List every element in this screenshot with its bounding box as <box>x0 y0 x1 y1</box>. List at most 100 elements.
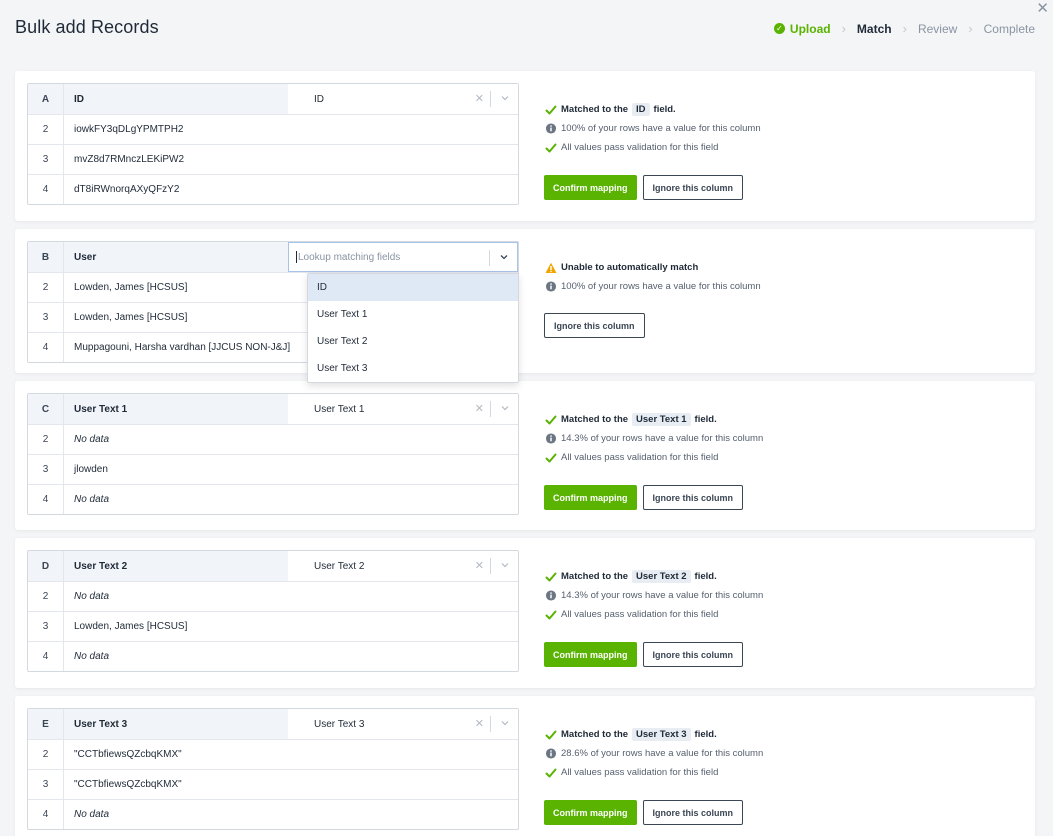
divider <box>490 716 491 732</box>
column-table: C User Text 1 User Text 1 ✕ 2 No data 3 jl… <box>27 393 519 515</box>
matched-status: Matched to the User Text 1 field. <box>544 410 763 429</box>
action-buttons: Confirm mapping Ignore this column <box>544 175 744 200</box>
table-row: 2 "CCTbfiewsQZcbqKMX" <box>28 739 518 769</box>
field-select[interactable]: User Text 1 ✕ <box>288 394 518 424</box>
table-row: 2 No data <box>28 424 518 454</box>
check-icon <box>544 767 558 779</box>
row-number: 4 <box>28 175 64 204</box>
clear-icon[interactable]: ✕ <box>475 559 484 572</box>
column-letter: E <box>28 709 64 739</box>
chevron-down-icon[interactable] <box>499 252 509 262</box>
field-select[interactable]: User Text 2 ✕ <box>288 551 518 581</box>
row-value: No data <box>74 494 110 505</box>
confirm-mapping-button[interactable]: Confirm mapping <box>544 642 637 667</box>
status-text: All values pass validation for this fiel… <box>561 452 719 463</box>
ignore-column-button[interactable]: Ignore this column <box>642 800 744 825</box>
info-icon <box>544 433 558 444</box>
ignore-column-button[interactable]: Ignore this column <box>642 642 744 667</box>
table-header-row: E User Text 3 User Text 3 ✕ <box>28 709 518 739</box>
step-match[interactable]: Match <box>857 22 892 36</box>
field-select[interactable]: ID ✕ <box>288 84 518 114</box>
row-value: No data <box>74 809 110 820</box>
column-table: E User Text 3 User Text 3 ✕ 2 "CCTbfiewsQ… <box>27 708 519 830</box>
chevron-down-icon[interactable] <box>500 718 510 728</box>
row-number: 4 <box>28 642 64 671</box>
check-icon <box>544 104 558 116</box>
row-value: No data <box>74 651 110 662</box>
close-icon[interactable]: ✕ <box>1036 0 1049 17</box>
field-tag: User Text 3 <box>632 728 691 741</box>
column-letter: C <box>28 394 64 424</box>
step-upload[interactable]: ✓ Upload <box>773 21 831 36</box>
action-buttons: Confirm mapping Ignore this column <box>544 642 744 667</box>
dropdown-option-user-text-3[interactable]: User Text 3 <box>308 355 518 382</box>
check-icon <box>544 571 558 583</box>
clear-icon[interactable]: ✕ <box>475 92 484 105</box>
status-text: All values pass validation for this fiel… <box>561 142 719 153</box>
dropdown-option-user-text-1[interactable]: User Text 1 <box>308 301 518 328</box>
row-value: "CCTbfiewsQZcbqKMX" <box>74 779 182 790</box>
column-name: User <box>64 242 288 272</box>
table-row: 4 No data <box>28 641 518 671</box>
column-card-c: C User Text 1 User Text 1 ✕ 2 No data 3 jl… <box>15 381 1035 530</box>
matched-status: Matched to the User Text 3 field. <box>544 725 763 744</box>
status-text: field. <box>694 729 717 740</box>
table-row: 3 jlowden <box>28 454 518 484</box>
confirm-mapping-button[interactable]: Confirm mapping <box>544 485 637 510</box>
row-value: No data <box>74 591 110 602</box>
table-row: 2 iowkFY3qDLgYPMTPH2 <box>28 114 518 144</box>
status-text: field. <box>694 414 717 425</box>
confirm-mapping-button[interactable]: Confirm mapping <box>544 800 637 825</box>
ignore-column-button[interactable]: Ignore this column <box>642 485 744 510</box>
field-select[interactable] <box>288 242 518 272</box>
status-text: Unable to automatically match <box>561 262 699 273</box>
action-buttons: Confirm mapping Ignore this column <box>544 485 744 510</box>
row-number: 4 <box>28 333 64 362</box>
row-number: 2 <box>28 425 64 454</box>
field-tag: User Text 2 <box>632 570 691 583</box>
row-value: "CCTbfiewsQZcbqKMX" <box>74 749 182 760</box>
warning-status: Unable to automatically match <box>544 258 761 277</box>
status-text: All values pass validation for this fiel… <box>561 609 719 620</box>
header: Bulk add Records ✓ Upload › Match › Revi… <box>0 0 1053 60</box>
text-cursor <box>296 251 297 263</box>
table-row: 3 mvZ8d7RMnczLEKiPW2 <box>28 144 518 174</box>
confirm-mapping-button[interactable]: Confirm mapping <box>544 175 637 200</box>
dropdown-option-user-text-2[interactable]: User Text 2 <box>308 328 518 355</box>
ignore-column-button[interactable]: Ignore this column <box>642 175 744 200</box>
chevron-down-icon[interactable] <box>500 93 510 103</box>
step-label: Upload <box>789 21 831 36</box>
status-text: Matched to the <box>561 104 629 115</box>
chevron-down-icon[interactable] <box>500 403 510 413</box>
validation-status: All values pass validation for this fiel… <box>544 138 761 157</box>
table-header-row: C User Text 1 User Text 1 ✕ <box>28 394 518 424</box>
dropdown-option-id[interactable]: ID <box>308 274 518 301</box>
percent-status: 100% of your rows have a value for this … <box>544 119 761 138</box>
row-value: No data <box>74 434 110 445</box>
field-select[interactable]: User Text 3 ✕ <box>288 709 518 739</box>
validation-status: All values pass validation for this fiel… <box>544 605 763 624</box>
row-number: 2 <box>28 582 64 611</box>
validation-status: All values pass validation for this fiel… <box>544 763 763 782</box>
column-table: A ID ID ✕ 2 iowkFY3qDLgYPMTPH2 3 mvZ8d7RMn… <box>27 83 519 205</box>
status-text: field. <box>694 571 717 582</box>
status-text: 100% of your rows have a value for this … <box>561 123 761 134</box>
check-icon <box>544 414 558 426</box>
lookup-input[interactable] <box>298 251 458 263</box>
status-panel: Matched to the User Text 3 field. 28.6% … <box>544 725 763 782</box>
row-number: 3 <box>28 770 64 799</box>
clear-icon[interactable]: ✕ <box>475 717 484 730</box>
status-text: 100% of your rows have a value for this … <box>561 281 761 292</box>
step-complete[interactable]: Complete <box>984 22 1035 36</box>
status-text: All values pass validation for this fiel… <box>561 767 719 778</box>
clear-icon[interactable]: ✕ <box>475 402 484 415</box>
status-text: Matched to the <box>561 571 629 582</box>
column-name: User Text 2 <box>64 551 288 581</box>
chevron-down-icon[interactable] <box>500 560 510 570</box>
status-text: 28.6% of your rows have a value for this… <box>561 748 764 759</box>
chevron-right-icon: › <box>968 21 973 36</box>
step-review[interactable]: Review <box>918 22 957 36</box>
ignore-column-button[interactable]: Ignore this column <box>544 313 645 338</box>
status-text: field. <box>653 104 676 115</box>
row-number: 4 <box>28 800 64 829</box>
